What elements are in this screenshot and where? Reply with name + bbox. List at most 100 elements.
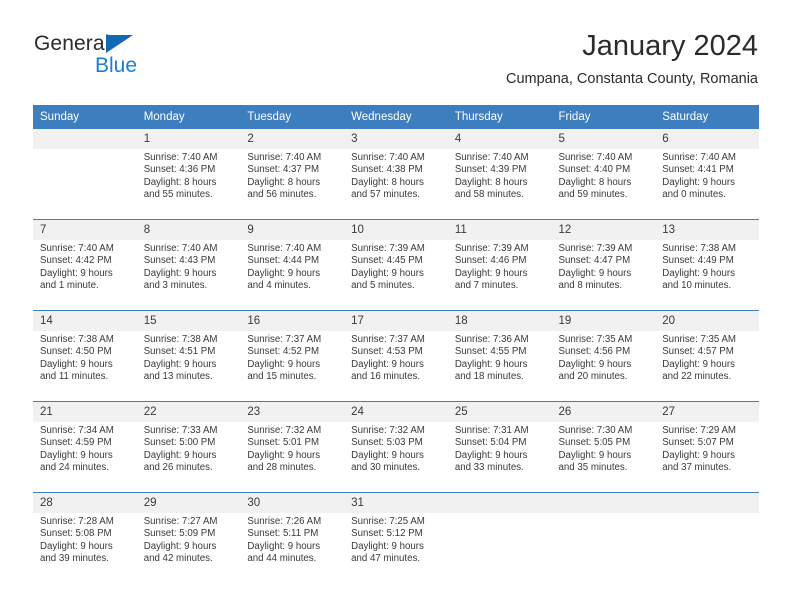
sunset-text: Sunset: 5:03 PM bbox=[351, 437, 423, 449]
day-cell-inner: 1 Sunrise: 7:40 AM Sunset: 4:36 PM Daylight… bbox=[136, 129, 241, 219]
daylight-text-line2: and 22 minutes. bbox=[662, 371, 732, 383]
day-cell-inner: 26 Sunrise: 7:30 AM Sunset: 5:05 PM Dayligh… bbox=[551, 402, 656, 492]
sunrise-text: Sunrise: 7:27 AM bbox=[143, 516, 218, 527]
calendar-day-cell[interactable]: 26 Sunrise: 7:30 AM Sunset: 5:05 PM Dayligh… bbox=[551, 401, 656, 493]
day-details: Sunrise: 7:39 AM Sunset: 4:45 PM Daylight:… bbox=[344, 240, 448, 293]
calendar-day-cell[interactable]: 22 Sunrise: 7:33 AM Sunset: 5:00 PM Dayligh… bbox=[136, 401, 241, 493]
weekday-header-saturday: Saturday bbox=[655, 105, 759, 129]
calendar-day-cell[interactable]: 10 Sunrise: 7:39 AM Sunset: 4:45 PM Dayligh… bbox=[344, 219, 448, 311]
daylight-text-line2: and 20 minutes. bbox=[558, 371, 628, 383]
day-cell-inner: 18 Sunrise: 7:36 AM Sunset: 4:55 PM Dayligh… bbox=[447, 311, 552, 401]
daylight-text-line2: and 4 minutes. bbox=[247, 280, 311, 292]
calendar-day-cell[interactable]: 28 Sunrise: 7:28 AM Sunset: 5:08 PM Dayligh… bbox=[33, 492, 137, 583]
calendar-day-cell[interactable]: 21 Sunrise: 7:34 AM Sunset: 4:59 PM Dayligh… bbox=[33, 401, 137, 493]
daylight-text-line2: and 7 minutes. bbox=[454, 280, 519, 292]
day-number: 22 bbox=[136, 402, 241, 422]
day-details: Sunrise: 7:31 AM Sunset: 5:04 PM Daylight:… bbox=[448, 422, 552, 475]
day-details: Sunrise: 7:37 AM Sunset: 4:52 PM Daylight:… bbox=[240, 331, 344, 384]
daylight-text-line1: Daylight: 9 hours bbox=[351, 449, 424, 461]
day-number: 12 bbox=[551, 220, 656, 240]
calendar-day-cell[interactable]: 29 Sunrise: 7:27 AM Sunset: 5:09 PM Dayligh… bbox=[136, 492, 241, 583]
sunrise-text: Sunrise: 7:39 AM bbox=[558, 243, 633, 254]
daylight-text-line1: Daylight: 9 hours bbox=[454, 267, 528, 279]
sunset-text: Sunset: 4:49 PM bbox=[662, 255, 734, 267]
day-cell-inner: 9 Sunrise: 7:40 AM Sunset: 4:44 PM Daylight… bbox=[240, 220, 345, 310]
daylight-text-line1: Daylight: 9 hours bbox=[454, 449, 528, 461]
calendar-week-row: 1 Sunrise: 7:40 AM Sunset: 4:36 PM Daylight… bbox=[33, 129, 759, 220]
daylight-text-line1: Daylight: 9 hours bbox=[558, 358, 632, 370]
day-cell-inner: 13 Sunrise: 7:38 AM Sunset: 4:49 PM Dayligh… bbox=[655, 220, 759, 310]
calendar-day-cell[interactable]: 12 Sunrise: 7:39 AM Sunset: 4:47 PM Dayligh… bbox=[551, 219, 656, 311]
calendar-day-cell[interactable]: 14 Sunrise: 7:38 AM Sunset: 4:50 PM Dayligh… bbox=[33, 310, 137, 402]
sunrise-text: Sunrise: 7:40 AM bbox=[454, 152, 529, 163]
calendar-day-cell[interactable]: 27 Sunrise: 7:29 AM Sunset: 5:07 PM Dayligh… bbox=[655, 401, 759, 493]
day-number: 30 bbox=[240, 493, 345, 513]
day-cell-inner: 21 Sunrise: 7:34 AM Sunset: 4:59 PM Dayligh… bbox=[33, 402, 137, 492]
daylight-text-line1: Daylight: 9 hours bbox=[662, 449, 735, 461]
calendar-day-cell[interactable]: 19 Sunrise: 7:35 AM Sunset: 4:56 PM Dayligh… bbox=[551, 310, 656, 402]
day-number: 1 bbox=[136, 129, 241, 149]
sunrise-text: Sunrise: 7:39 AM bbox=[454, 243, 529, 254]
day-details: Sunrise: 7:38 AM Sunset: 4:49 PM Daylight:… bbox=[655, 240, 759, 293]
day-cell-inner bbox=[551, 493, 656, 583]
sunrise-text: Sunrise: 7:40 AM bbox=[143, 243, 218, 254]
weekday-header-tuesday: Tuesday bbox=[240, 105, 345, 129]
calendar-day-cell[interactable]: 31 Sunrise: 7:25 AM Sunset: 5:12 PM Dayligh… bbox=[344, 492, 448, 583]
day-number: 27 bbox=[655, 402, 759, 422]
calendar-day-cell-empty bbox=[655, 492, 759, 583]
general-blue-logo[interactable]: General Blue bbox=[34, 32, 264, 90]
day-number: 29 bbox=[136, 493, 241, 513]
calendar-day-cell[interactable]: 6 Sunrise: 7:40 AM Sunset: 4:41 PM Daylight… bbox=[655, 129, 759, 220]
calendar-day-cell-empty bbox=[551, 492, 656, 583]
daylight-text-line2: and 37 minutes. bbox=[662, 462, 732, 474]
day-cell-inner: 5 Sunrise: 7:40 AM Sunset: 4:40 PM Daylight… bbox=[551, 129, 656, 219]
day-cell-inner: 10 Sunrise: 7:39 AM Sunset: 4:45 PM Dayligh… bbox=[344, 220, 448, 310]
daylight-text-line2: and 33 minutes. bbox=[454, 462, 524, 474]
daylight-text-line1: Daylight: 8 hours bbox=[143, 176, 217, 188]
calendar-day-cell[interactable]: 11 Sunrise: 7:39 AM Sunset: 4:46 PM Dayligh… bbox=[447, 219, 552, 311]
calendar-day-cell[interactable]: 17 Sunrise: 7:37 AM Sunset: 4:53 PM Dayligh… bbox=[344, 310, 448, 402]
day-number: 25 bbox=[447, 402, 552, 422]
sunset-text: Sunset: 4:59 PM bbox=[40, 437, 112, 449]
calendar-day-cell[interactable]: 23 Sunrise: 7:32 AM Sunset: 5:01 PM Dayligh… bbox=[240, 401, 345, 493]
day-number: 19 bbox=[551, 311, 656, 331]
day-details: Sunrise: 7:32 AM Sunset: 5:01 PM Daylight:… bbox=[240, 422, 344, 475]
day-details: Sunrise: 7:39 AM Sunset: 4:47 PM Daylight:… bbox=[552, 240, 656, 293]
sunset-text: Sunset: 5:00 PM bbox=[143, 437, 216, 449]
weekday-header-thursday: Thursday bbox=[447, 105, 552, 129]
calendar-day-cell[interactable]: 30 Sunrise: 7:26 AM Sunset: 5:11 PM Dayligh… bbox=[240, 492, 345, 583]
triangle-icon bbox=[106, 35, 133, 53]
calendar-day-cell[interactable]: 9 Sunrise: 7:40 AM Sunset: 4:44 PM Daylight… bbox=[240, 219, 345, 311]
calendar-day-cell[interactable]: 20 Sunrise: 7:35 AM Sunset: 4:57 PM Dayligh… bbox=[655, 310, 759, 402]
sunrise-text: Sunrise: 7:40 AM bbox=[143, 152, 218, 163]
daylight-text-line1: Daylight: 9 hours bbox=[247, 449, 321, 461]
calendar-day-cell[interactable]: 18 Sunrise: 7:36 AM Sunset: 4:55 PM Dayligh… bbox=[447, 310, 552, 402]
sunrise-text: Sunrise: 7:32 AM bbox=[351, 425, 425, 436]
daylight-text-line2: and 13 minutes. bbox=[143, 371, 213, 383]
calendar-day-cell[interactable]: 1 Sunrise: 7:40 AM Sunset: 4:36 PM Daylight… bbox=[136, 129, 241, 220]
calendar-day-cell[interactable]: 3 Sunrise: 7:40 AM Sunset: 4:38 PM Daylight… bbox=[344, 129, 448, 220]
calendar-day-cell[interactable]: 8 Sunrise: 7:40 AM Sunset: 4:43 PM Daylight… bbox=[136, 219, 241, 311]
day-cell-inner: 24 Sunrise: 7:32 AM Sunset: 5:03 PM Dayligh… bbox=[344, 402, 448, 492]
calendar-day-cell[interactable]: 5 Sunrise: 7:40 AM Sunset: 4:40 PM Daylight… bbox=[551, 129, 656, 220]
day-details: Sunrise: 7:37 AM Sunset: 4:53 PM Daylight:… bbox=[344, 331, 448, 384]
weekday-header-friday: Friday bbox=[551, 105, 656, 129]
calendar-day-cell[interactable]: 24 Sunrise: 7:32 AM Sunset: 5:03 PM Dayligh… bbox=[344, 401, 448, 493]
sunset-text: Sunset: 4:46 PM bbox=[454, 255, 527, 267]
sunrise-text: Sunrise: 7:26 AM bbox=[247, 516, 322, 527]
calendar-day-cell[interactable]: 7 Sunrise: 7:40 AM Sunset: 4:42 PM Daylight… bbox=[33, 219, 137, 311]
calendar-day-cell[interactable]: 13 Sunrise: 7:38 AM Sunset: 4:49 PM Dayligh… bbox=[655, 219, 759, 311]
daylight-text-line1: Daylight: 9 hours bbox=[351, 540, 424, 552]
calendar-day-cell[interactable]: 4 Sunrise: 7:40 AM Sunset: 4:39 PM Daylight… bbox=[447, 129, 552, 220]
daylight-text-line1: Daylight: 8 hours bbox=[351, 176, 424, 188]
sunset-text: Sunset: 4:37 PM bbox=[247, 164, 320, 176]
calendar-day-cell[interactable]: 2 Sunrise: 7:40 AM Sunset: 4:37 PM Daylight… bbox=[240, 129, 345, 220]
calendar-day-cell[interactable]: 25 Sunrise: 7:31 AM Sunset: 5:04 PM Dayligh… bbox=[447, 401, 552, 493]
sunset-text: Sunset: 4:39 PM bbox=[454, 164, 527, 176]
calendar-day-cell[interactable]: 16 Sunrise: 7:37 AM Sunset: 4:52 PM Dayligh… bbox=[240, 310, 345, 402]
logo-general-label: General bbox=[34, 32, 110, 55]
day-cell-inner: 15 Sunrise: 7:38 AM Sunset: 4:51 PM Dayligh… bbox=[136, 311, 241, 401]
sunrise-text: Sunrise: 7:29 AM bbox=[662, 425, 736, 436]
calendar-day-cell[interactable]: 15 Sunrise: 7:38 AM Sunset: 4:51 PM Dayligh… bbox=[136, 310, 241, 402]
day-details: Sunrise: 7:39 AM Sunset: 4:46 PM Daylight:… bbox=[448, 240, 552, 293]
